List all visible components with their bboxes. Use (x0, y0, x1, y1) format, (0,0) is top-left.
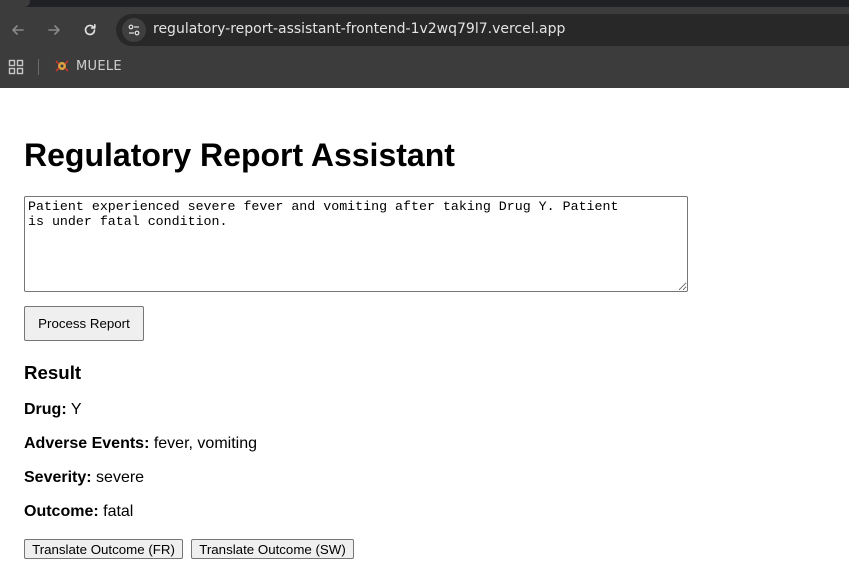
bookmarks-bar: MUELE (0, 52, 849, 82)
outcome-field: Outcome: fatal (24, 503, 133, 521)
bookmark-favicon-icon (55, 60, 69, 72)
adverse-events-value: fever, vomiting (149, 435, 257, 452)
drug-label: Drug: (24, 401, 67, 418)
severity-value: severe (91, 469, 145, 486)
adverse-events-label: Adverse Events: (24, 435, 150, 452)
translate-outcome-fr-button[interactable]: Translate Outcome (FR) (24, 539, 183, 559)
bookmark-muele[interactable]: MUELE (54, 58, 122, 74)
drug-field: Drug: Y (24, 401, 81, 419)
outcome-label: Outcome: (24, 503, 99, 520)
address-bar[interactable]: regulatory-report-assistant-frontend-1v2… (116, 14, 849, 46)
tab-strip (0, 0, 849, 7)
page-content: Regulatory Report Assistant Process Repo… (0, 88, 849, 570)
severity-label: Severity: (24, 469, 92, 486)
browser-chrome: regulatory-report-assistant-frontend-1v2… (0, 0, 849, 88)
browser-toolbar: regulatory-report-assistant-frontend-1v2… (0, 10, 849, 50)
adverse-events-field: Adverse Events: fever, vomiting (24, 435, 257, 453)
bookmark-label: MUELE (76, 58, 122, 74)
translate-outcome-sw-button[interactable]: Translate Outcome (SW) (191, 539, 354, 559)
process-report-button[interactable]: Process Report (24, 306, 144, 341)
forward-icon[interactable] (42, 18, 66, 42)
back-icon[interactable] (6, 18, 30, 42)
outcome-value: fatal (98, 503, 134, 520)
active-tab-edge[interactable] (0, 0, 30, 7)
apps-grid-icon[interactable] (8, 59, 24, 80)
severity-field: Severity: severe (24, 469, 144, 487)
drug-value: Y (66, 401, 82, 418)
bookmarks-divider (38, 59, 39, 75)
report-textarea[interactable] (24, 196, 688, 292)
result-heading: Result (24, 362, 82, 383)
reload-icon[interactable] (78, 18, 102, 42)
page-title: Regulatory Report Assistant (24, 137, 455, 173)
site-info-icon[interactable] (122, 18, 146, 42)
url-text[interactable]: regulatory-report-assistant-frontend-1v2… (153, 21, 565, 37)
